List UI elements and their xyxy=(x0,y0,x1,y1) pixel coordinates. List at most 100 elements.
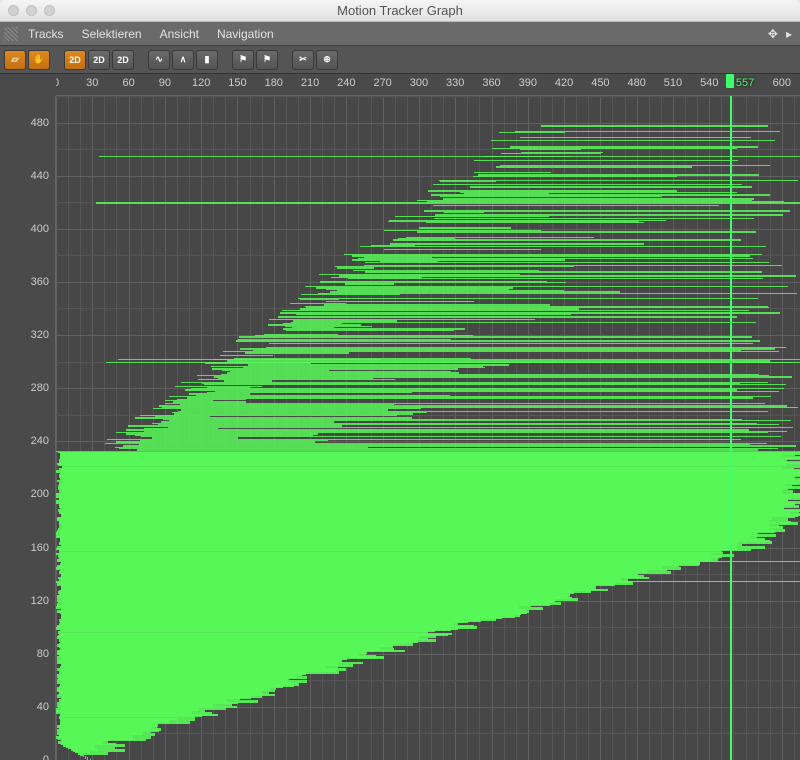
track-bar xyxy=(169,396,770,397)
track-bar xyxy=(501,153,602,154)
track-bar xyxy=(153,408,420,409)
track-bar xyxy=(218,378,373,379)
track-bar xyxy=(293,320,396,321)
zoom-icon[interactable] xyxy=(44,5,55,16)
app-grip-icon xyxy=(4,27,18,41)
playhead[interactable] xyxy=(730,96,732,760)
x-ruler[interactable]: 0306090120150180210240270300330360390420… xyxy=(56,74,800,96)
grid-v-minor xyxy=(758,96,759,760)
track-bar xyxy=(406,237,594,238)
track-bar xyxy=(337,267,374,268)
track-bar xyxy=(384,249,541,250)
grid-v-minor xyxy=(431,96,432,760)
track-bar xyxy=(393,239,741,240)
track-bar xyxy=(112,581,800,582)
track-bar xyxy=(141,436,781,437)
2d-mode-a-button[interactable]: 2D xyxy=(64,50,86,70)
curve-track-button[interactable]: ▮ xyxy=(196,50,218,70)
track-bar xyxy=(344,254,762,255)
x-tick: 390 xyxy=(519,77,537,89)
titlebar: Motion Tracker Graph xyxy=(0,0,800,22)
track-bar xyxy=(99,156,800,157)
track-bar xyxy=(266,347,786,348)
track-bar xyxy=(499,132,565,133)
track-bar xyxy=(236,340,761,341)
marker-line xyxy=(56,451,800,452)
2d-mode-c-button[interactable]: 2D xyxy=(112,50,134,70)
2d-mode-b-button[interactable]: 2D xyxy=(88,50,110,70)
menu-navigation[interactable]: Navigation xyxy=(217,27,274,41)
track-bar xyxy=(198,379,396,380)
join-tool-button[interactable]: ⊕ xyxy=(316,50,338,70)
track-bar xyxy=(181,409,389,410)
snap-icon[interactable]: ✥ xyxy=(768,27,778,41)
flag-add-button[interactable]: ⚑ xyxy=(232,50,254,70)
cut-tool-button[interactable]: ✂ xyxy=(292,50,314,70)
x-tick: 150 xyxy=(228,77,246,89)
track-bar xyxy=(443,198,754,199)
x-tick: 0 xyxy=(56,77,59,89)
track-bar xyxy=(100,473,800,474)
x-tick: 210 xyxy=(301,77,319,89)
track-bar xyxy=(283,328,465,329)
x-tick: 300 xyxy=(410,77,428,89)
track-bar xyxy=(431,194,771,195)
track-bar xyxy=(348,278,763,279)
track-bar xyxy=(280,312,780,313)
menu-selektieren[interactable]: Selektieren xyxy=(82,27,142,41)
flag-edit-button[interactable]: ⚑ xyxy=(256,50,278,70)
curve-smooth-button[interactable]: ∿ xyxy=(148,50,170,70)
track-bar xyxy=(239,336,752,337)
x-tick: 330 xyxy=(446,77,464,89)
track-bar xyxy=(301,294,399,295)
grid-v-minor xyxy=(794,96,795,760)
y-tick: 0 xyxy=(43,754,49,760)
hand-tool-button[interactable]: ✋ xyxy=(28,50,50,70)
track-bar xyxy=(255,335,473,336)
grid-v-minor xyxy=(697,96,698,760)
track-bar xyxy=(491,140,775,141)
track-bar xyxy=(230,371,451,372)
track-bar xyxy=(174,413,413,414)
track-bar xyxy=(337,290,564,291)
track-bar xyxy=(223,351,779,352)
track-bar xyxy=(227,372,459,373)
menu-ansicht[interactable]: Ansicht xyxy=(160,27,199,41)
track-bar xyxy=(163,419,743,420)
track-bar xyxy=(320,281,548,282)
track-bar xyxy=(492,148,737,149)
track-bar xyxy=(168,427,793,428)
record-tracks-button[interactable]: ▱ xyxy=(4,50,26,70)
track-bar xyxy=(172,412,427,413)
track-bar xyxy=(181,382,768,383)
grid-h xyxy=(56,123,800,124)
track-bar xyxy=(352,259,565,260)
menu-tracks[interactable]: Tracks xyxy=(28,27,64,41)
track-bar xyxy=(222,370,330,371)
track-bar xyxy=(189,393,250,394)
track-bar xyxy=(126,433,318,434)
y-ruler[interactable]: 04080120160200240280320360400440480 xyxy=(0,96,56,760)
track-bar xyxy=(390,243,644,244)
track-bar xyxy=(541,125,768,126)
track-bar xyxy=(152,437,238,438)
curve-spike-button[interactable]: ∧ xyxy=(172,50,194,70)
track-bar xyxy=(364,265,782,266)
minimize-icon[interactable] xyxy=(26,5,37,16)
track-bar xyxy=(424,210,790,211)
playhead-handle[interactable] xyxy=(726,74,734,88)
track-bar xyxy=(339,275,796,276)
track-bar xyxy=(112,514,800,515)
x-tick: 420 xyxy=(555,77,573,89)
track-bar xyxy=(417,231,756,232)
traffic-lights xyxy=(8,5,55,16)
track-bar xyxy=(135,417,413,418)
close-icon[interactable] xyxy=(8,5,19,16)
track-bar xyxy=(140,415,397,416)
grid-v-minor xyxy=(721,96,722,760)
track-bar xyxy=(470,186,753,187)
track-bar xyxy=(165,400,213,401)
track-bar xyxy=(135,435,313,436)
graph-area[interactable] xyxy=(56,96,800,760)
overflow-icon[interactable]: ▸ xyxy=(786,27,792,41)
